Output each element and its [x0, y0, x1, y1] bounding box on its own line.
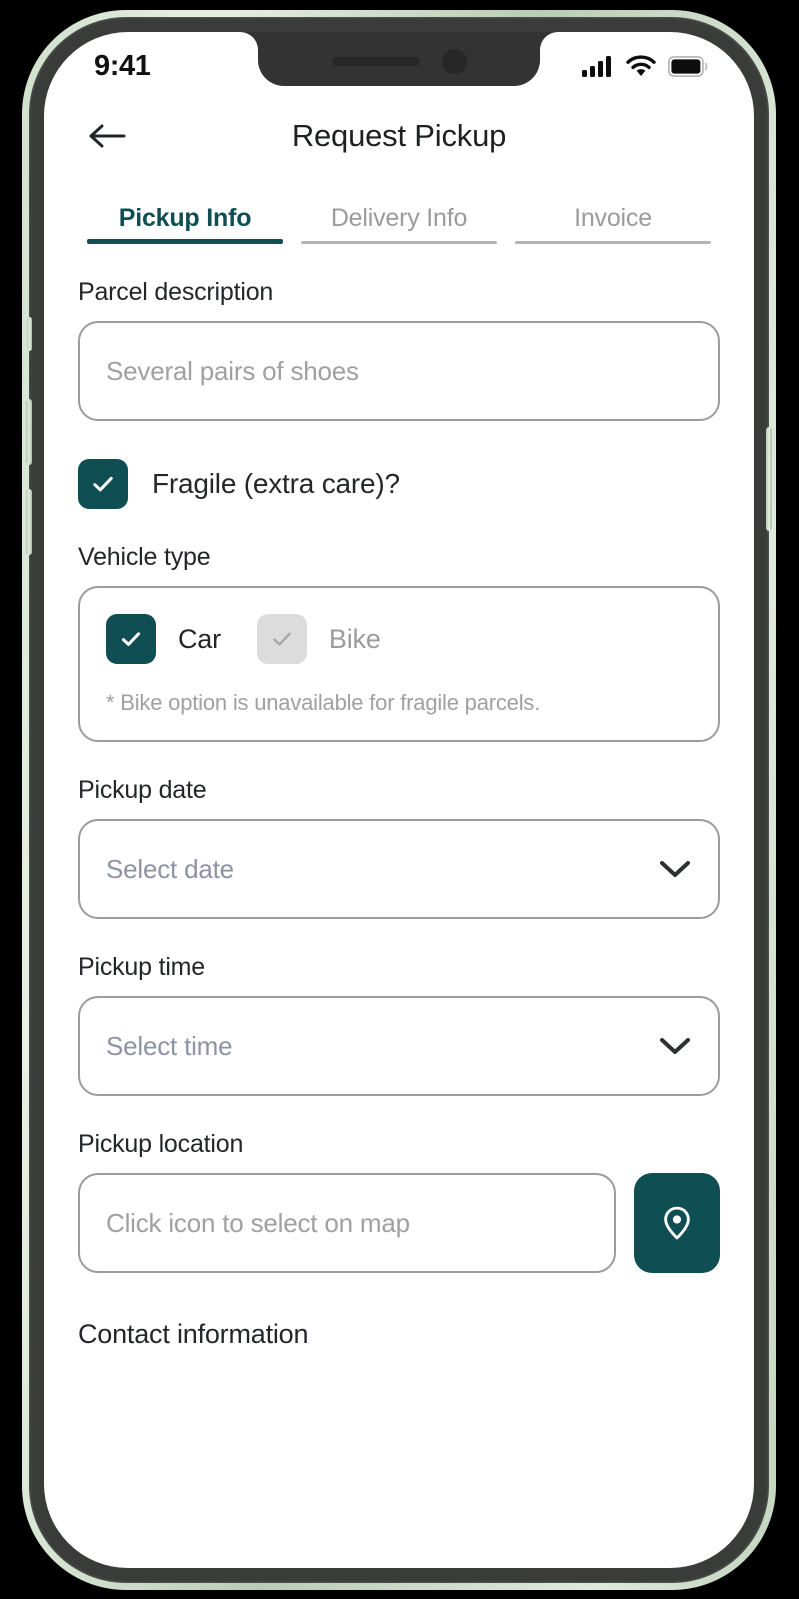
- pickup-time-select[interactable]: Select time: [78, 996, 720, 1096]
- arrow-left-icon: [89, 124, 126, 148]
- chevron-down-icon: [660, 1038, 690, 1054]
- wifi-icon: [626, 55, 656, 76]
- pickup-time-placeholder: Select time: [106, 1030, 233, 1061]
- parcel-description-field: Parcel description Several pairs of shoe…: [78, 278, 720, 421]
- tab-label: Pickup Info: [118, 204, 252, 232]
- back-button[interactable]: [84, 113, 130, 159]
- vehicle-options: Car Bike: [106, 614, 692, 664]
- pickup-date-select[interactable]: Select date: [78, 819, 720, 919]
- phone-bezel: 9:41 Request Pickup Pickup Info Delivery…: [26, 17, 772, 1583]
- pickup-location-input[interactable]: Click icon to select on map: [78, 1173, 616, 1273]
- silent-switch-button[interactable]: [27, 317, 32, 351]
- parcel-description-input[interactable]: Several pairs of shoes: [78, 321, 720, 421]
- vehicle-note: * Bike option is unavailable for fragile…: [106, 690, 541, 715]
- tab-pickup-info[interactable]: Pickup Info: [78, 204, 292, 244]
- car-label: Car: [178, 623, 221, 654]
- vehicle-option-car[interactable]: Car: [106, 614, 221, 664]
- volume-down-button[interactable]: [26, 489, 32, 555]
- pickup-date-label: Pickup date: [78, 776, 207, 804]
- pickup-location-placeholder: Click icon to select on map: [106, 1207, 410, 1238]
- tab-label: Delivery Info: [330, 204, 468, 232]
- car-checkbox[interactable]: [106, 614, 156, 664]
- map-pin-icon: [664, 1206, 690, 1240]
- cellular-signal-icon: [582, 56, 611, 77]
- vehicle-type-card: Car Bike * Bike option is unavailable fo…: [78, 586, 720, 742]
- fragile-checkbox[interactable]: [78, 459, 128, 509]
- app-header: Request Pickup: [78, 90, 720, 182]
- vehicle-type-field: Vehicle type Car Bike * Bike option is u…: [78, 543, 720, 742]
- chevron-down-icon: [660, 861, 690, 877]
- check-icon: [121, 632, 141, 646]
- tab-underline-active: [87, 239, 283, 244]
- status-time: 9:41: [94, 49, 151, 82]
- status-icons: [582, 55, 708, 77]
- check-icon: [273, 632, 291, 646]
- check-icon: [93, 476, 113, 492]
- tab-bar: Pickup Info Delivery Info Invoice: [78, 204, 720, 244]
- pickup-time-field: Pickup time Select time: [78, 953, 720, 1096]
- power-button[interactable]: [766, 427, 772, 531]
- phone-screen: 9:41 Request Pickup Pickup Info Delivery…: [44, 32, 754, 1568]
- fragile-checkbox-row[interactable]: Fragile (extra care)?: [78, 459, 720, 509]
- pickup-location-field: Pickup location Click icon to select on …: [78, 1130, 720, 1273]
- phone-frame: 9:41 Request Pickup Pickup Info Delivery…: [22, 10, 776, 1590]
- parcel-description-placeholder: Several pairs of shoes: [106, 355, 359, 386]
- fragile-label: Fragile (extra care)?: [152, 468, 400, 499]
- pickup-date-field: Pickup date Select date: [78, 776, 720, 919]
- tab-invoice[interactable]: Invoice: [506, 204, 720, 244]
- pickup-location-label: Pickup location: [78, 1130, 244, 1158]
- vehicle-option-bike: Bike: [256, 614, 381, 664]
- pickup-time-label: Pickup time: [78, 953, 206, 981]
- app-content: Request Pickup Pickup Info Delivery Info…: [44, 90, 754, 1350]
- tab-underline: [301, 241, 497, 244]
- status-bar: 9:41: [44, 32, 754, 90]
- vehicle-type-label: Vehicle type: [78, 543, 211, 571]
- parcel-description-label: Parcel description: [78, 278, 274, 306]
- select-on-map-button[interactable]: [634, 1173, 720, 1273]
- bike-checkbox-disabled: [256, 614, 307, 664]
- page-title: Request Pickup: [291, 118, 507, 153]
- tab-underline: [515, 241, 711, 244]
- battery-full-icon: [668, 55, 708, 77]
- pickup-date-placeholder: Select date: [106, 853, 234, 884]
- tab-label: Invoice: [574, 204, 652, 232]
- tab-delivery-info[interactable]: Delivery Info: [292, 204, 506, 244]
- bike-label: Bike: [328, 623, 381, 654]
- contact-information-heading: Contact information: [78, 1319, 309, 1349]
- volume-up-button[interactable]: [26, 399, 32, 465]
- pickup-location-row: Click icon to select on map: [78, 1173, 720, 1273]
